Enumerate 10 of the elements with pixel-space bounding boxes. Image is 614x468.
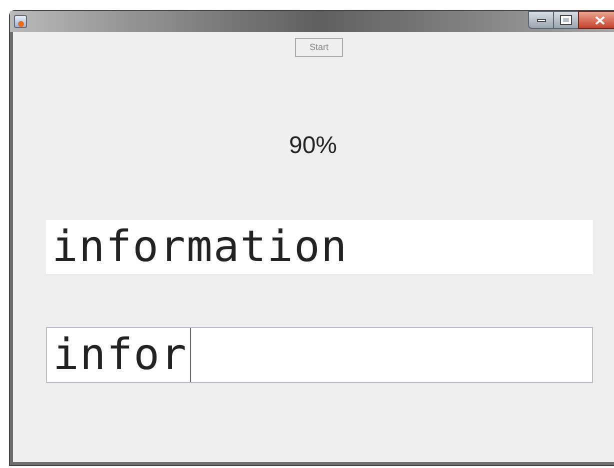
close-icon	[595, 16, 605, 24]
text-cursor	[190, 328, 192, 382]
progress-reading: 90%	[288, 132, 338, 160]
java-icon	[14, 15, 27, 28]
maximize-button[interactable]	[554, 11, 578, 29]
close-button[interactable]	[578, 11, 614, 29]
typing-field[interactable]: infor	[46, 327, 593, 383]
target-word-display: information	[46, 220, 593, 274]
typed-text: infor	[53, 334, 188, 376]
minimize-button[interactable]	[528, 11, 554, 29]
